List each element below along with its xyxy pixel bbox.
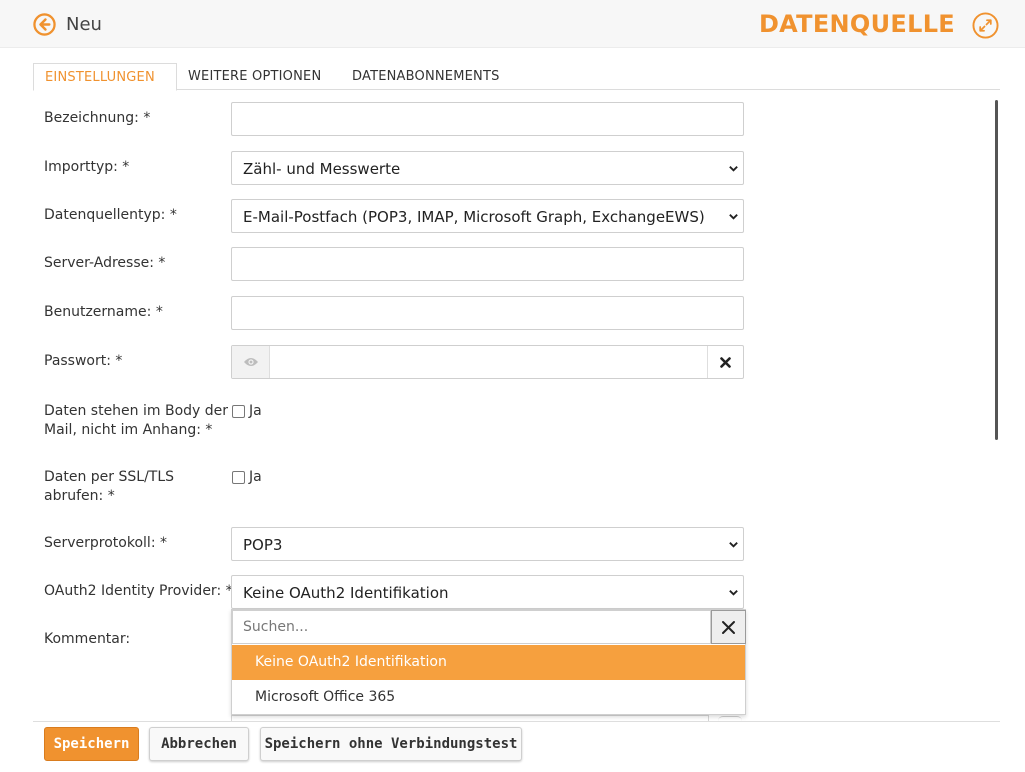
serverprotokoll-label: Serverprotokoll: * [44,534,167,553]
passwort-input[interactable] [231,345,744,379]
bezeichnung-label-text: Bezeichnung: [44,110,139,126]
oauth2-value: Keine OAuth2 Identifikation [243,584,449,602]
show-password-button[interactable] [232,346,270,378]
importtyp-label-text: Importtyp: [44,159,118,175]
benutzername-label: Benutzername: * [44,303,163,322]
ssl-tls-label: Daten per SSL/TLS abrufen: * [44,468,174,506]
passwort-label: Passwort: * [44,352,122,371]
datenquellentyp-label: Datenquellentyp: * [44,206,177,225]
serverprotokoll-select[interactable]: POP3 [231,527,744,561]
bezeichnung-input[interactable] [231,102,744,136]
required-marker: * [143,110,151,126]
clear-password-button[interactable] [707,346,743,378]
bezeichnung-label: Bezeichnung: * [44,109,150,128]
ssl-tls-label-line2: abrufen: [44,488,104,504]
required-marker: * [158,255,166,271]
ssl-tls-label-line1: Daten per SSL/TLS [44,469,175,485]
dropdown-search-clear-button[interactable] [711,610,746,644]
dropdown-option-keine-oauth2[interactable]: Keine OAuth2 Identifikation [232,645,745,680]
importtyp-select[interactable]: Zähl- und Messwerte [231,151,744,185]
serverprotokoll-label-text: Serverprotokoll: [44,535,156,551]
tab-datenabonnements[interactable]: DATENABONNEMENTS [352,63,500,90]
ssl-tls-checkbox-label[interactable]: Ja [249,469,262,485]
ssl-tls-checkbox[interactable] [232,471,245,484]
required-marker: * [115,353,123,369]
benutzername-input[interactable] [231,296,744,330]
chevron-down-icon [729,166,738,172]
required-marker: * [169,207,177,223]
expand-icon[interactable] [972,12,999,39]
chevron-down-icon [729,542,738,548]
required-marker: * [107,488,115,504]
page-title: DATENQUELLE [758,10,955,38]
kommentar-label: Kommentar: [44,631,131,647]
header-bar: Neu DATENQUELLE [0,0,1025,48]
oauth2-label-text: OAuth2 Identity Provider: [44,583,222,599]
body-mail-checkbox[interactable] [232,405,245,418]
footer-divider [33,721,1000,722]
body-mail-label-line2: Mail, nicht im Anhang: [44,422,201,438]
datenquellentyp-value: E-Mail-Postfach (POP3, IMAP, Microsoft G… [243,208,705,226]
tab-bar: EINSTELLUNGEN WEITERE OPTIONEN DATENABON… [33,63,1000,91]
oauth2-label: OAuth2 Identity Provider: * [44,582,233,601]
server-adresse-input[interactable] [231,247,744,281]
chevron-down-icon [729,214,738,220]
body-mail-checkbox-label[interactable]: Ja [249,403,262,419]
required-marker: * [122,159,130,175]
required-marker: * [205,422,213,438]
importtyp-label: Importtyp: * [44,158,129,177]
tab-einstellungen[interactable]: EINSTELLUNGEN [33,63,177,91]
oauth2-dropdown: Keine OAuth2 Identifikation Microsoft Of… [231,609,746,715]
datenquellentyp-select[interactable]: E-Mail-Postfach (POP3, IMAP, Microsoft G… [231,199,744,233]
save-button[interactable]: Speichern [44,727,139,761]
dropdown-option-microsoft-office-365[interactable]: Microsoft Office 365 [232,680,745,715]
header-back-label[interactable]: Neu [66,14,102,35]
benutzername-label-text: Benutzername: [44,304,152,320]
importtyp-value: Zähl- und Messwerte [243,160,401,178]
tab-weitere-optionen[interactable]: WEITERE OPTIONEN [188,63,321,90]
dropdown-search-input[interactable] [232,610,711,644]
save-without-connection-test-button[interactable]: Speichern ohne Verbindungstest [260,727,522,761]
body-mail-label: Daten stehen im Body der Mail, nicht im … [44,402,228,440]
back-arrow-icon[interactable] [33,13,56,36]
passwort-label-text: Passwort: [44,353,111,369]
serverprotokoll-value: POP3 [243,536,283,554]
close-icon [720,357,731,368]
required-marker: * [160,535,167,551]
cancel-button[interactable]: Abbrechen [149,727,249,761]
oauth2-select[interactable]: Keine OAuth2 Identifikation [231,575,744,609]
datenquellentyp-label-text: Datenquellentyp: [44,207,166,223]
server-adresse-label: Server-Adresse: * [44,254,165,273]
close-icon [722,621,735,634]
content-scrollbar[interactable] [995,100,998,440]
eye-icon [244,358,258,366]
required-marker: * [155,304,163,320]
server-adresse-label-text: Server-Adresse: [44,255,154,271]
body-mail-label-line1: Daten stehen im Body der [44,403,229,419]
chevron-down-icon [729,590,738,596]
